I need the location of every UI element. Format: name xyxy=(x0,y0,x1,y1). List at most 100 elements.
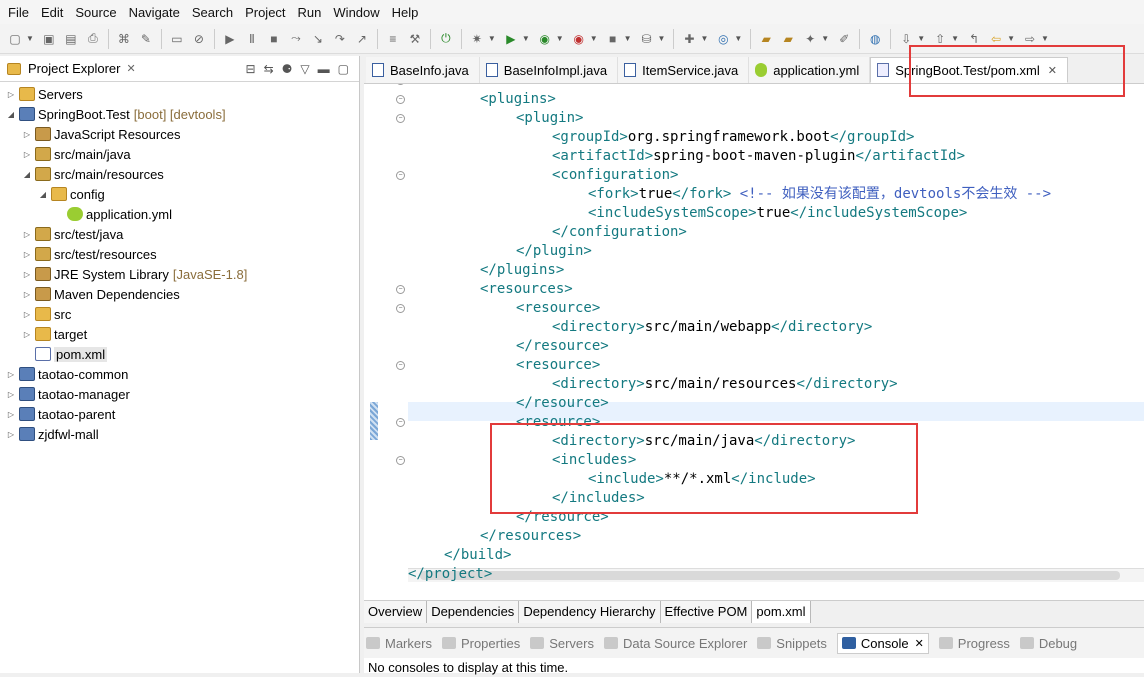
console-view-tab[interactable]: Data Source Explorer xyxy=(604,636,747,651)
tree-item[interactable]: ▷ src/test/resources xyxy=(0,244,359,264)
debug-icon[interactable]: ✷ xyxy=(468,30,486,48)
menu-source[interactable]: Source xyxy=(69,5,122,20)
scrollbar-thumb[interactable] xyxy=(420,571,1120,580)
next-annotation-dropdown-icon[interactable]: ▼ xyxy=(917,34,925,43)
expand-toggle-icon[interactable]: ▷ xyxy=(6,90,16,99)
debug-dropdown-icon[interactable]: ▼ xyxy=(488,34,496,43)
new-dropdown-icon[interactable]: ▼ xyxy=(26,34,34,43)
editor-tab[interactable]: BaseInfo.java xyxy=(366,57,480,83)
deploy-icon[interactable]: ⛁ xyxy=(638,30,656,48)
editor-tab[interactable]: ItemService.java xyxy=(618,57,750,83)
menu-help[interactable]: Help xyxy=(386,5,425,20)
forward-dropdown-icon[interactable]: ▼ xyxy=(1041,34,1049,43)
close-icon[interactable]: ✕ xyxy=(126,62,135,75)
minimize-icon[interactable]: ▬ xyxy=(318,62,330,76)
external-tools-icon[interactable]: ◉ xyxy=(570,30,588,48)
expand-toggle-icon[interactable]: ◢ xyxy=(38,190,48,199)
wand-dropdown-icon[interactable]: ▼ xyxy=(821,34,829,43)
open-type-icon[interactable]: ⌘ xyxy=(115,30,133,48)
focus-on-active-task-icon[interactable]: ⚈ xyxy=(282,62,293,76)
view-menu-icon[interactable]: ▽ xyxy=(300,62,309,76)
skip-breakpoints-icon[interactable]: ⊘ xyxy=(190,30,208,48)
pom-tab[interactable]: Dependency Hierarchy xyxy=(519,601,661,623)
tree-item[interactable]: ◢ config xyxy=(0,184,359,204)
use-step-filters-icon[interactable]: ⚒ xyxy=(406,30,424,48)
tree-item[interactable]: pom.xml xyxy=(0,344,359,364)
console-view-tab[interactable]: Debug xyxy=(1019,636,1077,651)
step-return-icon[interactable]: ↗ xyxy=(353,30,371,48)
tree-item[interactable]: ▷ target xyxy=(0,324,359,344)
tree-item[interactable]: ▷ taotao-common xyxy=(0,364,359,384)
wand-icon[interactable]: ✦ xyxy=(801,30,819,48)
expand-toggle-icon[interactable]: ▷ xyxy=(22,250,32,259)
close-icon[interactable]: ✕ xyxy=(915,637,924,650)
new-icon[interactable]: ▢ xyxy=(6,30,24,48)
expand-toggle-icon[interactable]: ▷ xyxy=(6,370,16,379)
pom-tab[interactable]: Overview xyxy=(364,601,428,623)
tree-item[interactable]: ▷ Maven Dependencies xyxy=(0,284,359,304)
globe-icon[interactable]: ◍ xyxy=(866,30,884,48)
expand-toggle-icon[interactable]: ◢ xyxy=(6,110,16,119)
fold-toggle-icon[interactable]: − xyxy=(396,171,405,180)
project-explorer-tab[interactable]: Project Explorer ✕ ⊟ ⇆ ⚈ ▽ ▬ ▢ xyxy=(0,56,359,82)
external-tools-dropdown-icon[interactable]: ▼ xyxy=(590,34,598,43)
tree-item[interactable]: ▷ zjdfwl-mall xyxy=(0,424,359,444)
step-over-icon[interactable]: ↷ xyxy=(331,30,349,48)
pom-tab[interactable]: pom.xml xyxy=(752,601,811,623)
back-dropdown-icon[interactable]: ▼ xyxy=(1007,34,1015,43)
disconnect-icon[interactable]: ⤳ xyxy=(287,30,305,48)
expand-toggle-icon[interactable]: ▷ xyxy=(22,130,32,139)
fold-toggle-icon[interactable]: − xyxy=(396,285,405,294)
boot-dashboard-icon[interactable]: ⏻ xyxy=(437,30,455,48)
editor-tab[interactable]: application.yml xyxy=(749,57,871,83)
pom-tab[interactable]: Dependencies xyxy=(427,601,520,623)
tree-item[interactable]: ▷ taotao-parent xyxy=(0,404,359,424)
expand-toggle-icon[interactable]: ▷ xyxy=(6,410,16,419)
menu-navigate[interactable]: Navigate xyxy=(123,5,186,20)
fold-toggle-icon[interactable]: − xyxy=(396,361,405,370)
run-icon[interactable]: ▶ xyxy=(502,30,520,48)
open-project-icon[interactable]: ▰ xyxy=(779,30,797,48)
new-class-icon[interactable]: ◎ xyxy=(714,30,732,48)
console-view-tab[interactable]: Progress xyxy=(938,636,1010,651)
suspend-icon[interactable]: Ⅱ xyxy=(243,30,261,48)
console-view-tab[interactable]: Console ✕ xyxy=(836,632,929,654)
toggle-mark-icon[interactable]: ✐ xyxy=(835,30,853,48)
stop-server-dropdown-icon[interactable]: ▼ xyxy=(624,34,632,43)
terminate-icon[interactable]: ■ xyxy=(265,30,283,48)
tree-item[interactable]: ▷ Servers xyxy=(0,84,359,104)
console-icon[interactable]: ▭ xyxy=(168,30,186,48)
tree-item[interactable]: ▷ JRE System Library [JavaSE-1.8] xyxy=(0,264,359,284)
menu-project[interactable]: Project xyxy=(239,5,291,20)
tree-item[interactable]: ◢ src/main/resources xyxy=(0,164,359,184)
open-task-icon[interactable]: ✎ xyxy=(137,30,155,48)
console-view-tab[interactable]: Servers xyxy=(530,636,594,651)
coverage-icon[interactable]: ◉ xyxy=(536,30,554,48)
expand-toggle-icon[interactable]: ▷ xyxy=(22,290,32,299)
expand-toggle-icon[interactable]: ▷ xyxy=(6,430,16,439)
new-java-project-dropdown-icon[interactable]: ▼ xyxy=(700,34,708,43)
open-folder-icon[interactable]: ▰ xyxy=(757,30,775,48)
menu-file[interactable]: File xyxy=(2,5,35,20)
resume-icon[interactable]: ▶ xyxy=(221,30,239,48)
fold-toggle-icon[interactable]: − xyxy=(396,114,405,123)
console-view-tab[interactable]: Snippets xyxy=(757,636,827,651)
tree-item[interactable]: ▷ src/test/java xyxy=(0,224,359,244)
print-icon[interactable]: ⎙ xyxy=(84,30,102,48)
new-java-project-icon[interactable]: ✚ xyxy=(680,30,698,48)
fold-toggle-icon[interactable]: − xyxy=(396,304,405,313)
tree-item[interactable]: ◢ SpringBoot.Test [boot] [devtools] xyxy=(0,104,359,124)
drop-to-frame-icon[interactable]: ≡ xyxy=(384,30,402,48)
stop-server-icon[interactable]: ■ xyxy=(604,30,622,48)
menu-search[interactable]: Search xyxy=(186,5,239,20)
new-class-dropdown-icon[interactable]: ▼ xyxy=(734,34,742,43)
expand-toggle-icon[interactable]: ▷ xyxy=(22,230,32,239)
console-view-tab[interactable]: Markers xyxy=(366,636,432,651)
save-all-icon[interactable]: ▤ xyxy=(62,30,80,48)
tree-item[interactable]: application.yml xyxy=(0,204,359,224)
run-dropdown-icon[interactable]: ▼ xyxy=(522,34,530,43)
console-view-tab[interactable]: Properties xyxy=(441,636,520,651)
tree-item[interactable]: ▷ src/main/java xyxy=(0,144,359,164)
menu-edit[interactable]: Edit xyxy=(35,5,69,20)
tree-item[interactable]: ▷ src xyxy=(0,304,359,324)
